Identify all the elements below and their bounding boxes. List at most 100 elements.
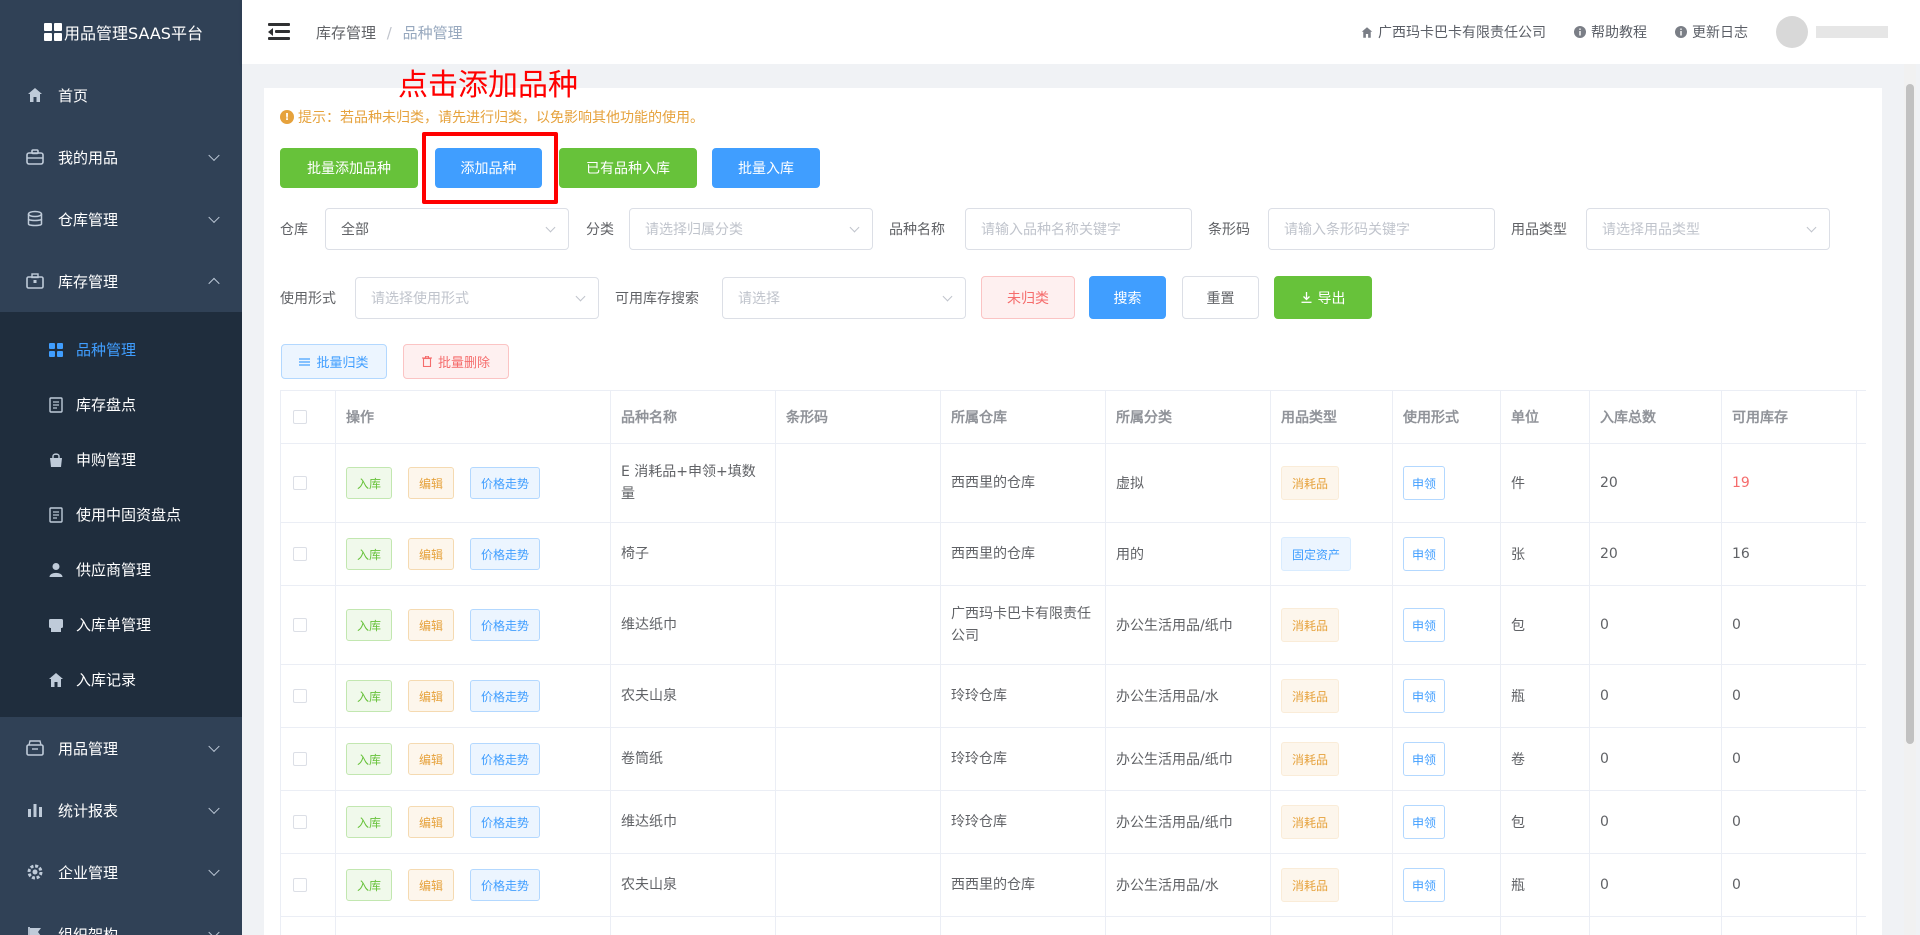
category-select[interactable]: 请选择归属分类 bbox=[629, 208, 873, 250]
inbound-button[interactable]: 入库 bbox=[346, 680, 393, 712]
row-select-cell[interactable] bbox=[281, 665, 336, 727]
header-select-all[interactable] bbox=[281, 391, 336, 443]
sidebar-item-warehouse[interactable]: 仓库管理 bbox=[0, 188, 242, 250]
sidebar-item-stocktake[interactable]: 库存盘点 bbox=[0, 377, 242, 432]
warehouse-select[interactable]: 全部 bbox=[325, 208, 569, 250]
export-button[interactable]: 导出 bbox=[1274, 276, 1372, 319]
stock-select[interactable]: 请选择 bbox=[722, 277, 966, 319]
barcode-search-input[interactable]: 请输入条形码关键字 bbox=[1268, 208, 1495, 250]
hamburger-menu-icon[interactable] bbox=[268, 23, 290, 41]
row-barcode-cell bbox=[776, 791, 941, 853]
sidebar-item-reports[interactable]: 统计报表 bbox=[0, 779, 242, 841]
page-scrollbar[interactable] bbox=[1904, 64, 1916, 935]
sidebar-item-home[interactable]: 首页 bbox=[0, 64, 242, 126]
inbound-button[interactable]: 入库 bbox=[346, 538, 393, 570]
usage-select[interactable]: 请选择使用形式 bbox=[355, 277, 599, 319]
sidebar-item-my-supplies[interactable]: 我的用品 bbox=[0, 126, 242, 188]
price-trend-button[interactable]: 价格走势 bbox=[470, 743, 541, 775]
header-total: 入库总数 bbox=[1590, 391, 1722, 443]
row-checkbox[interactable] bbox=[293, 878, 307, 892]
database-icon bbox=[26, 210, 44, 228]
row-select-cell[interactable] bbox=[281, 728, 336, 790]
header-category: 所属分类 bbox=[1106, 391, 1271, 443]
select-all-checkbox[interactable] bbox=[293, 410, 307, 424]
edit-button[interactable]: 编辑 bbox=[408, 743, 455, 775]
sidebar-item-supplier[interactable]: 供应商管理 bbox=[0, 542, 242, 597]
add-variety-button[interactable]: 添加品种 bbox=[435, 148, 542, 188]
edit-button[interactable]: 编辑 bbox=[408, 806, 455, 838]
row-warehouse-cell: 广西玛卡巴卡有限责任公司 bbox=[941, 586, 1106, 664]
sidebar-item-enterprise[interactable]: 企业管理 bbox=[0, 841, 242, 903]
help-link[interactable]: 帮助教程 bbox=[1574, 22, 1647, 42]
edit-button[interactable]: 编辑 bbox=[408, 869, 455, 901]
batch-inbound-button[interactable]: 批量入库 bbox=[712, 148, 820, 188]
sidebar-item-supplies-management[interactable]: 用品管理 bbox=[0, 717, 242, 779]
row-usage-cell: 申领 bbox=[1393, 665, 1501, 727]
inbound-button[interactable]: 入库 bbox=[346, 467, 393, 499]
row-checkbox[interactable] bbox=[293, 752, 307, 766]
edit-button[interactable]: 编辑 bbox=[408, 680, 455, 712]
row-available-cell: 0 bbox=[1722, 665, 1857, 727]
sidebar-item-label: 企业管理 bbox=[58, 863, 119, 882]
breadcrumb-item-inventory[interactable]: 库存管理 bbox=[316, 24, 376, 42]
price-trend-button[interactable]: 价格走势 bbox=[470, 806, 541, 838]
row-total-cell: 0 bbox=[1590, 586, 1722, 664]
sidebar-item-variety-management[interactable]: 品种管理 bbox=[0, 322, 242, 377]
row-select-cell[interactable] bbox=[281, 444, 336, 522]
company-link[interactable]: 广西玛卡巴卡有限责任公司 bbox=[1361, 22, 1546, 42]
sidebar-item-label: 用品管理 bbox=[58, 739, 119, 758]
info-icon bbox=[1675, 26, 1687, 38]
username-blurred[interactable] bbox=[1816, 26, 1888, 38]
row-warehouse-cell: 玲玲仓库 bbox=[941, 728, 1106, 790]
changelog-link[interactable]: 更新日志 bbox=[1675, 22, 1748, 42]
unclassified-button[interactable]: 未归类 bbox=[981, 276, 1075, 319]
inbound-button[interactable]: 入库 bbox=[346, 869, 393, 901]
price-trend-button[interactable]: 价格走势 bbox=[470, 609, 541, 641]
row-checkbox[interactable] bbox=[293, 547, 307, 561]
type-select[interactable]: 请选择用品类型 bbox=[1586, 208, 1830, 250]
name-search-input[interactable]: 请输入品种名称关键字 bbox=[965, 208, 1192, 250]
sidebar-item-label: 库存盘点 bbox=[76, 396, 137, 414]
price-trend-button[interactable]: 价格走势 bbox=[470, 467, 541, 499]
row-unit-cell: 张 bbox=[1501, 523, 1590, 585]
sidebar-item-inbound-records[interactable]: 入库记录 bbox=[0, 652, 242, 707]
row-barcode-cell bbox=[776, 854, 941, 916]
row-select-cell[interactable] bbox=[281, 523, 336, 585]
price-trend-button[interactable]: 价格走势 bbox=[470, 680, 541, 712]
usage-tag: 申领 bbox=[1403, 679, 1446, 713]
inbound-button[interactable]: 入库 bbox=[346, 609, 393, 641]
scrollbar-thumb[interactable] bbox=[1906, 84, 1914, 744]
row-total-cell: 0 bbox=[1590, 665, 1722, 727]
sidebar-item-inventory[interactable]: 库存管理 bbox=[0, 250, 242, 312]
edit-button[interactable]: 编辑 bbox=[408, 609, 455, 641]
sidebar-item-purchase[interactable]: 申购管理 bbox=[0, 432, 242, 487]
row-checkbox[interactable] bbox=[293, 476, 307, 490]
chart-icon bbox=[26, 801, 44, 819]
batch-classify-button[interactable]: 批量归类 bbox=[281, 344, 387, 379]
row-select-cell[interactable] bbox=[281, 791, 336, 853]
row-checkbox[interactable] bbox=[293, 689, 307, 703]
inbound-button[interactable]: 入库 bbox=[346, 806, 393, 838]
edit-button[interactable]: 编辑 bbox=[408, 467, 455, 499]
app-logo[interactable]: 用品管理SAAS平台 bbox=[0, 0, 242, 64]
search-button[interactable]: 搜索 bbox=[1089, 276, 1166, 319]
inbound-button[interactable]: 入库 bbox=[346, 743, 393, 775]
row-checkbox[interactable] bbox=[293, 815, 307, 829]
usage-select-placeholder: 请选择使用形式 bbox=[371, 291, 469, 307]
sidebar-item-organization[interactable]: 组织架构 bbox=[0, 903, 242, 935]
row-select-cell[interactable] bbox=[281, 586, 336, 664]
row-select-cell[interactable] bbox=[281, 854, 336, 916]
batch-delete-button[interactable]: 批量删除 bbox=[403, 344, 509, 379]
price-trend-button[interactable]: 价格走势 bbox=[470, 869, 541, 901]
row-checkbox[interactable] bbox=[293, 618, 307, 632]
existing-variety-inbound-button[interactable]: 已有品种入库 bbox=[559, 148, 697, 188]
price-trend-button[interactable]: 价格走势 bbox=[470, 538, 541, 570]
sidebar-item-label: 品种管理 bbox=[76, 341, 137, 359]
batch-add-variety-button[interactable]: 批量添加品种 bbox=[280, 148, 418, 188]
edit-button[interactable]: 编辑 bbox=[408, 538, 455, 570]
sidebar-item-asset-check[interactable]: 使用中固资盘点 bbox=[0, 487, 242, 542]
avatar[interactable] bbox=[1776, 16, 1808, 48]
reset-button[interactable]: 重置 bbox=[1182, 276, 1259, 319]
sidebar-item-inbound-order[interactable]: 入库单管理 bbox=[0, 597, 242, 652]
header-unit: 单位 bbox=[1501, 391, 1590, 443]
